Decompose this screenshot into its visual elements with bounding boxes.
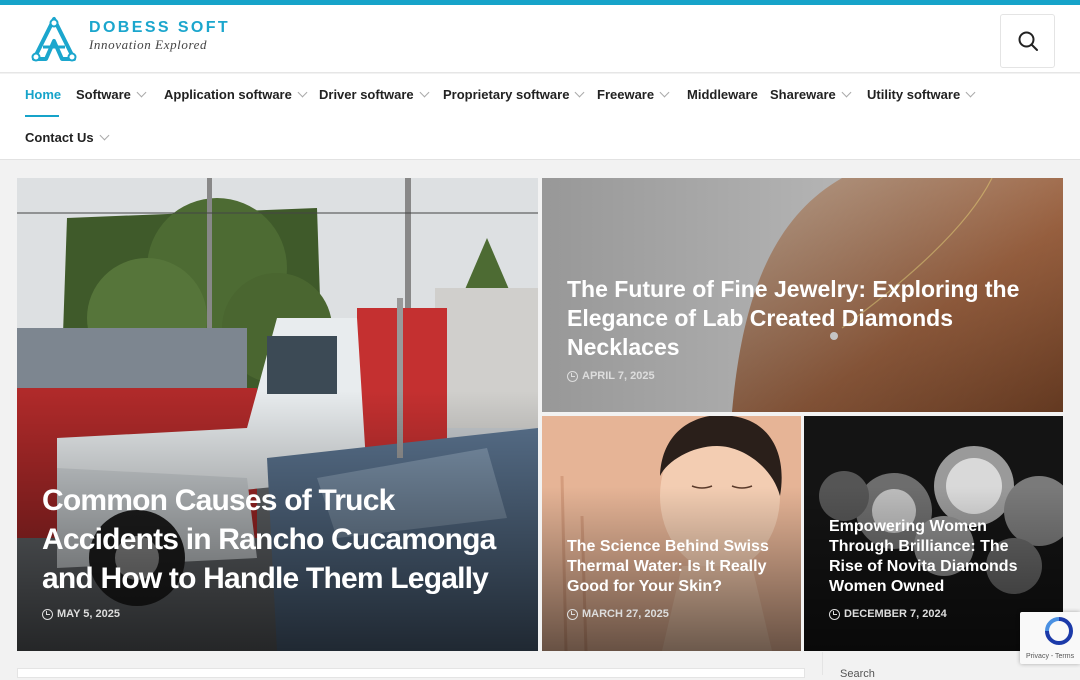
post-date: MAY 5, 2025 (42, 608, 120, 620)
nav-item-application-software[interactable]: Application software (164, 84, 308, 104)
search-icon (1018, 31, 1038, 51)
chevron-down-icon (419, 87, 430, 97)
chevron-down-icon (297, 87, 308, 97)
search-button[interactable] (1000, 14, 1055, 68)
nav-label: Utility software (867, 86, 961, 102)
chevron-down-icon (99, 130, 110, 140)
chevron-down-icon (136, 87, 147, 97)
brand-text[interactable]: DOBESS SOFT Innovation Explored (89, 19, 230, 52)
nav-item-shareware[interactable]: Shareware (770, 84, 852, 104)
sidebar-search-label: Search (840, 668, 875, 680)
post-date-text: MAY 5, 2025 (57, 608, 120, 620)
post-date-text: APRIL 7, 2025 (582, 370, 655, 382)
nav-item-proprietary-software[interactable]: Proprietary software (443, 84, 585, 104)
nav-label: Proprietary software (443, 86, 570, 102)
active-nav-underline (25, 115, 59, 117)
chevron-down-icon (841, 87, 852, 97)
post-title[interactable]: The Future of Fine Jewelry: Exploring th… (567, 275, 1037, 362)
nav-item-utility-software[interactable]: Utility software (867, 84, 976, 104)
nav-label: Freeware (597, 86, 655, 102)
recaptcha-icon (1045, 617, 1073, 645)
featured-post-card[interactable]: The Future of Fine Jewelry: Exploring th… (542, 178, 1063, 412)
post-title[interactable]: Empowering Women Through Brilliance: The… (829, 517, 1044, 597)
nav-item-home[interactable]: Home (25, 84, 61, 104)
nav-label: Software (76, 86, 131, 102)
nav-label: Middleware (687, 86, 758, 102)
nav-item-software[interactable]: Software (76, 84, 147, 104)
clock-icon (42, 608, 53, 620)
featured-post-card[interactable]: Common Causes of Truck Accidents in Ranc… (17, 178, 538, 651)
brand-name: DOBESS SOFT (89, 19, 231, 36)
post-date: APRIL 7, 2025 (567, 370, 655, 382)
nav-item-middleware[interactable]: Middleware (687, 84, 758, 104)
nav-label: Driver software (319, 86, 414, 102)
nav-label: Application software (164, 86, 292, 102)
chevron-down-icon (659, 87, 670, 97)
sidebar-divider (822, 652, 823, 675)
post-title[interactable]: The Science Behind Swiss Thermal Water: … (567, 537, 782, 597)
chevron-down-icon (965, 87, 976, 97)
post-date-text: MARCH 27, 2025 (582, 608, 669, 620)
nav-label: Contact Us (25, 129, 94, 145)
brand-logo[interactable] (28, 15, 80, 65)
recaptcha-badge[interactable]: Privacy - Terms (1020, 612, 1080, 664)
clock-icon (829, 608, 840, 620)
nav-item-freeware[interactable]: Freeware (597, 84, 670, 104)
post-title[interactable]: Common Causes of Truck Accidents in Ranc… (42, 481, 512, 598)
recaptcha-links[interactable]: Privacy - Terms (1026, 653, 1074, 660)
brand-tagline: Innovation Explored (89, 37, 208, 52)
main-navigation: Home Software Application software Drive… (0, 74, 1080, 160)
clock-icon (567, 608, 578, 620)
nav-label: Home (25, 86, 62, 102)
post-date: DECEMBER 7, 2024 (829, 608, 947, 620)
featured-post-card[interactable]: The Science Behind Swiss Thermal Water: … (542, 416, 801, 651)
nav-item-contact-us[interactable]: Contact Us (25, 127, 110, 147)
clock-icon (567, 370, 578, 382)
post-date: MARCH 27, 2025 (567, 608, 669, 620)
post-date-text: DECEMBER 7, 2024 (844, 608, 947, 620)
content-box (17, 668, 805, 678)
nav-label: Shareware (770, 86, 836, 102)
site-header: DOBESS SOFT Innovation Explored (0, 5, 1080, 73)
nav-item-driver-software[interactable]: Driver software (319, 84, 430, 104)
chevron-down-icon (574, 87, 585, 97)
